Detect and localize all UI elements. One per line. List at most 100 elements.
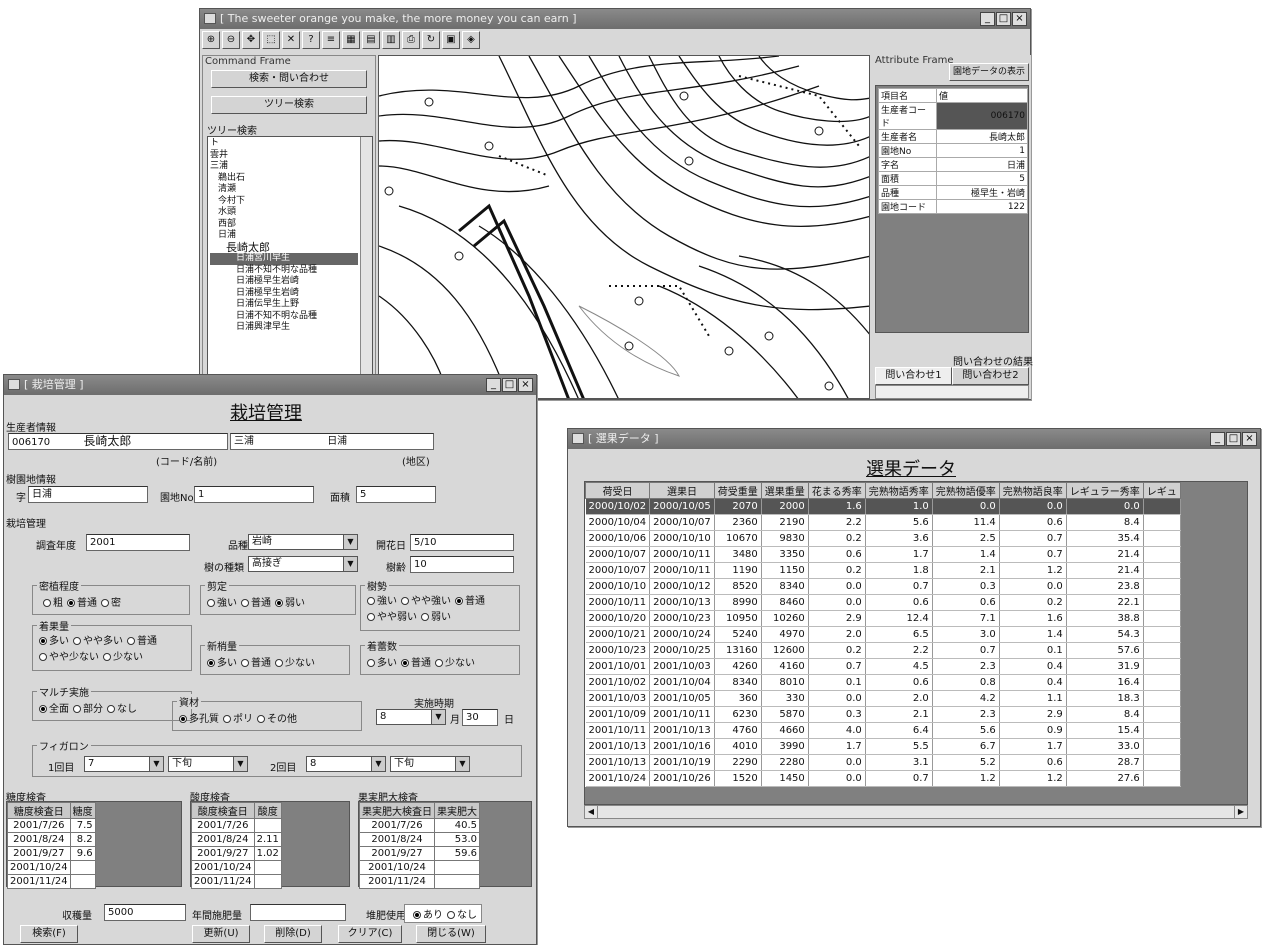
radio-button[interactable] [367,597,375,605]
table-cell[interactable]: 2000/10/25 [649,642,715,659]
table-cell[interactable]: 0.6 [999,514,1067,531]
table-cell[interactable]: 330 [761,690,809,707]
table-cell[interactable]: 2000/10/07 [649,514,715,531]
column-header[interactable]: 花まる秀率 [807,482,866,499]
table-cell[interactable]: 2001/10/13 [585,738,651,755]
table-cell[interactable]: 10950 [714,610,762,627]
table-cell[interactable]: 1.2 [999,562,1067,579]
table-row[interactable]: 2001/8/24 8.2 [7,832,96,847]
table-cell[interactable]: 0.0 [808,754,866,771]
size-table[interactable]: 果実肥大検査日 果実肥大 2001/7/26 40.5 2001/8/24 53.0 200… [359,802,480,889]
table-cell[interactable] [1143,642,1181,659]
table-cell[interactable] [1143,514,1181,531]
column-header[interactable]: 選果重量 [760,482,809,499]
compost-option[interactable]: なし [443,910,477,921]
table-cell[interactable]: 1.7 [865,546,933,563]
table-cell[interactable]: 2001/10/24 [7,860,71,875]
density-option[interactable]: 普通 [63,598,97,609]
acid-table[interactable]: 酸度検査日 酸度 2001/7/26 2001/8/24 2.11 2001/9/27 1.… [191,802,282,889]
minimize-button[interactable]: _ [1210,432,1225,446]
tree-item[interactable]: 日浦興津早生 [210,322,358,334]
radio-button[interactable] [275,599,283,607]
radio-button[interactable] [435,659,443,667]
table-cell[interactable]: 18.3 [1066,690,1144,707]
fruit-option[interactable]: 少ない [99,652,143,663]
orchard-no-field[interactable]: 1 [194,486,314,503]
density-option[interactable]: 粗 [39,598,63,609]
table-cell[interactable]: 2001/7/26 [191,818,255,833]
table-cell[interactable]: 2190 [761,514,809,531]
table-cell[interactable]: 2000/10/23 [585,642,651,659]
table-cell[interactable]: 1.6 [808,498,866,515]
table-cell[interactable]: 2.0 [808,626,866,643]
material-option[interactable]: ポリ [219,714,253,725]
table-cell[interactable]: 2001/10/13 [649,722,715,739]
table-row[interactable]: 2001/10/11 2001/10/13 4760 4660 4.0 6.4 5.6 0.9… [585,722,1181,739]
table-cell[interactable]: 1520 [714,770,762,787]
table-cell[interactable]: 0.0 [999,578,1067,595]
table-cell[interactable]: 1.0 [865,498,933,515]
table-cell[interactable]: 2.1 [932,562,1000,579]
table-row[interactable]: 2000/10/07 2000/10/11 3480 3350 0.6 1.7 1.4 0.7… [585,546,1181,563]
table-cell[interactable]: 4.5 [865,658,933,675]
table-cell[interactable]: 8460 [761,594,809,611]
table-row[interactable]: 2001/9/27 59.6 [359,846,480,861]
harvest-field[interactable]: 5000 [104,904,186,921]
table-cell[interactable]: 2001/9/27 [7,846,71,861]
timing-month-select[interactable]: 8 ▼ [376,709,446,725]
table-cell[interactable]: 1.7 [808,738,866,755]
table-cell[interactable] [1143,754,1181,771]
chart-tool-icon[interactable]: ▥ [382,31,400,49]
table-cell[interactable]: 2.11 [253,832,282,847]
radio-button[interactable] [241,599,249,607]
table-cell[interactable]: 2280 [761,754,809,771]
column-header[interactable]: 完熟物語秀率 [864,482,933,499]
table-cell[interactable]: 2001/10/09 [585,706,651,723]
table-row[interactable]: 2001/7/26 40.5 [359,818,480,833]
table-cell[interactable]: 1.02 [253,846,282,861]
table-cell[interactable]: 2001/8/24 [191,832,255,847]
table-cell[interactable]: 5.6 [865,514,933,531]
table-cell[interactable]: 57.6 [1066,642,1144,659]
table-row[interactable]: 2000/10/23 2000/10/25 13160 12600 0.2 2.2 0.7 0… [585,642,1181,659]
pruning-option[interactable]: 弱い [271,598,305,609]
radio-button[interactable] [101,599,109,607]
table-cell[interactable] [253,818,282,833]
cancel-tool-icon[interactable]: ✕ [282,31,300,49]
table-row[interactable]: 2001/10/24 2001/10/26 1520 1450 0.0 0.7 1.2 1.2… [585,770,1181,787]
table-cell[interactable]: 0.2 [808,530,866,547]
table-cell[interactable]: 11.4 [932,514,1000,531]
table-cell[interactable]: 38.8 [1066,610,1144,627]
radio-button[interactable] [455,597,463,605]
tree-item[interactable]: 日浦極早生岩崎 [210,288,358,300]
mulch-option[interactable]: 部分 [69,704,103,715]
table-cell[interactable]: 3.0 [932,626,1000,643]
table-cell[interactable]: 1.4 [999,626,1067,643]
column-header[interactable]: 果実肥大 [434,802,480,819]
table-cell[interactable] [1143,738,1181,755]
fruit-option[interactable]: 多い [35,636,69,647]
vigor-option[interactable]: 強い [363,596,397,607]
table-cell[interactable] [434,874,480,889]
table-cell[interactable] [253,860,282,875]
tree-type-select[interactable]: 高接ぎ ▼ [248,556,358,572]
chevron-down-icon[interactable]: ▼ [371,757,385,771]
tree-item[interactable]: 雲井 [210,150,358,162]
table-cell[interactable]: 21.4 [1066,546,1144,563]
search-query-button[interactable]: 検索・問い合わせ [211,70,367,88]
second-period-select[interactable]: 下旬 ▼ [390,756,470,772]
table-cell[interactable] [1143,706,1181,723]
table-cell[interactable]: 0.1 [808,674,866,691]
fruit-option[interactable]: やや多い [69,636,123,647]
update-button[interactable]: 更新(U) [192,925,250,943]
table-cell[interactable]: 0.6 [808,546,866,563]
table-cell[interactable]: 0.7 [865,770,933,787]
sugar-table[interactable]: 糖度検査日 糖度 2001/7/26 7.5 2001/8/24 8.2 2001/9/27… [7,802,96,889]
table-cell[interactable]: 40.5 [434,818,480,833]
tree-item[interactable]: ト [210,138,358,150]
radio-button[interactable] [223,715,231,723]
district-field[interactable]: 三浦 日浦 [230,433,434,450]
radio-button[interactable] [413,911,421,919]
table-cell[interactable]: 2001/10/26 [649,770,715,787]
map-canvas[interactable] [378,55,870,399]
